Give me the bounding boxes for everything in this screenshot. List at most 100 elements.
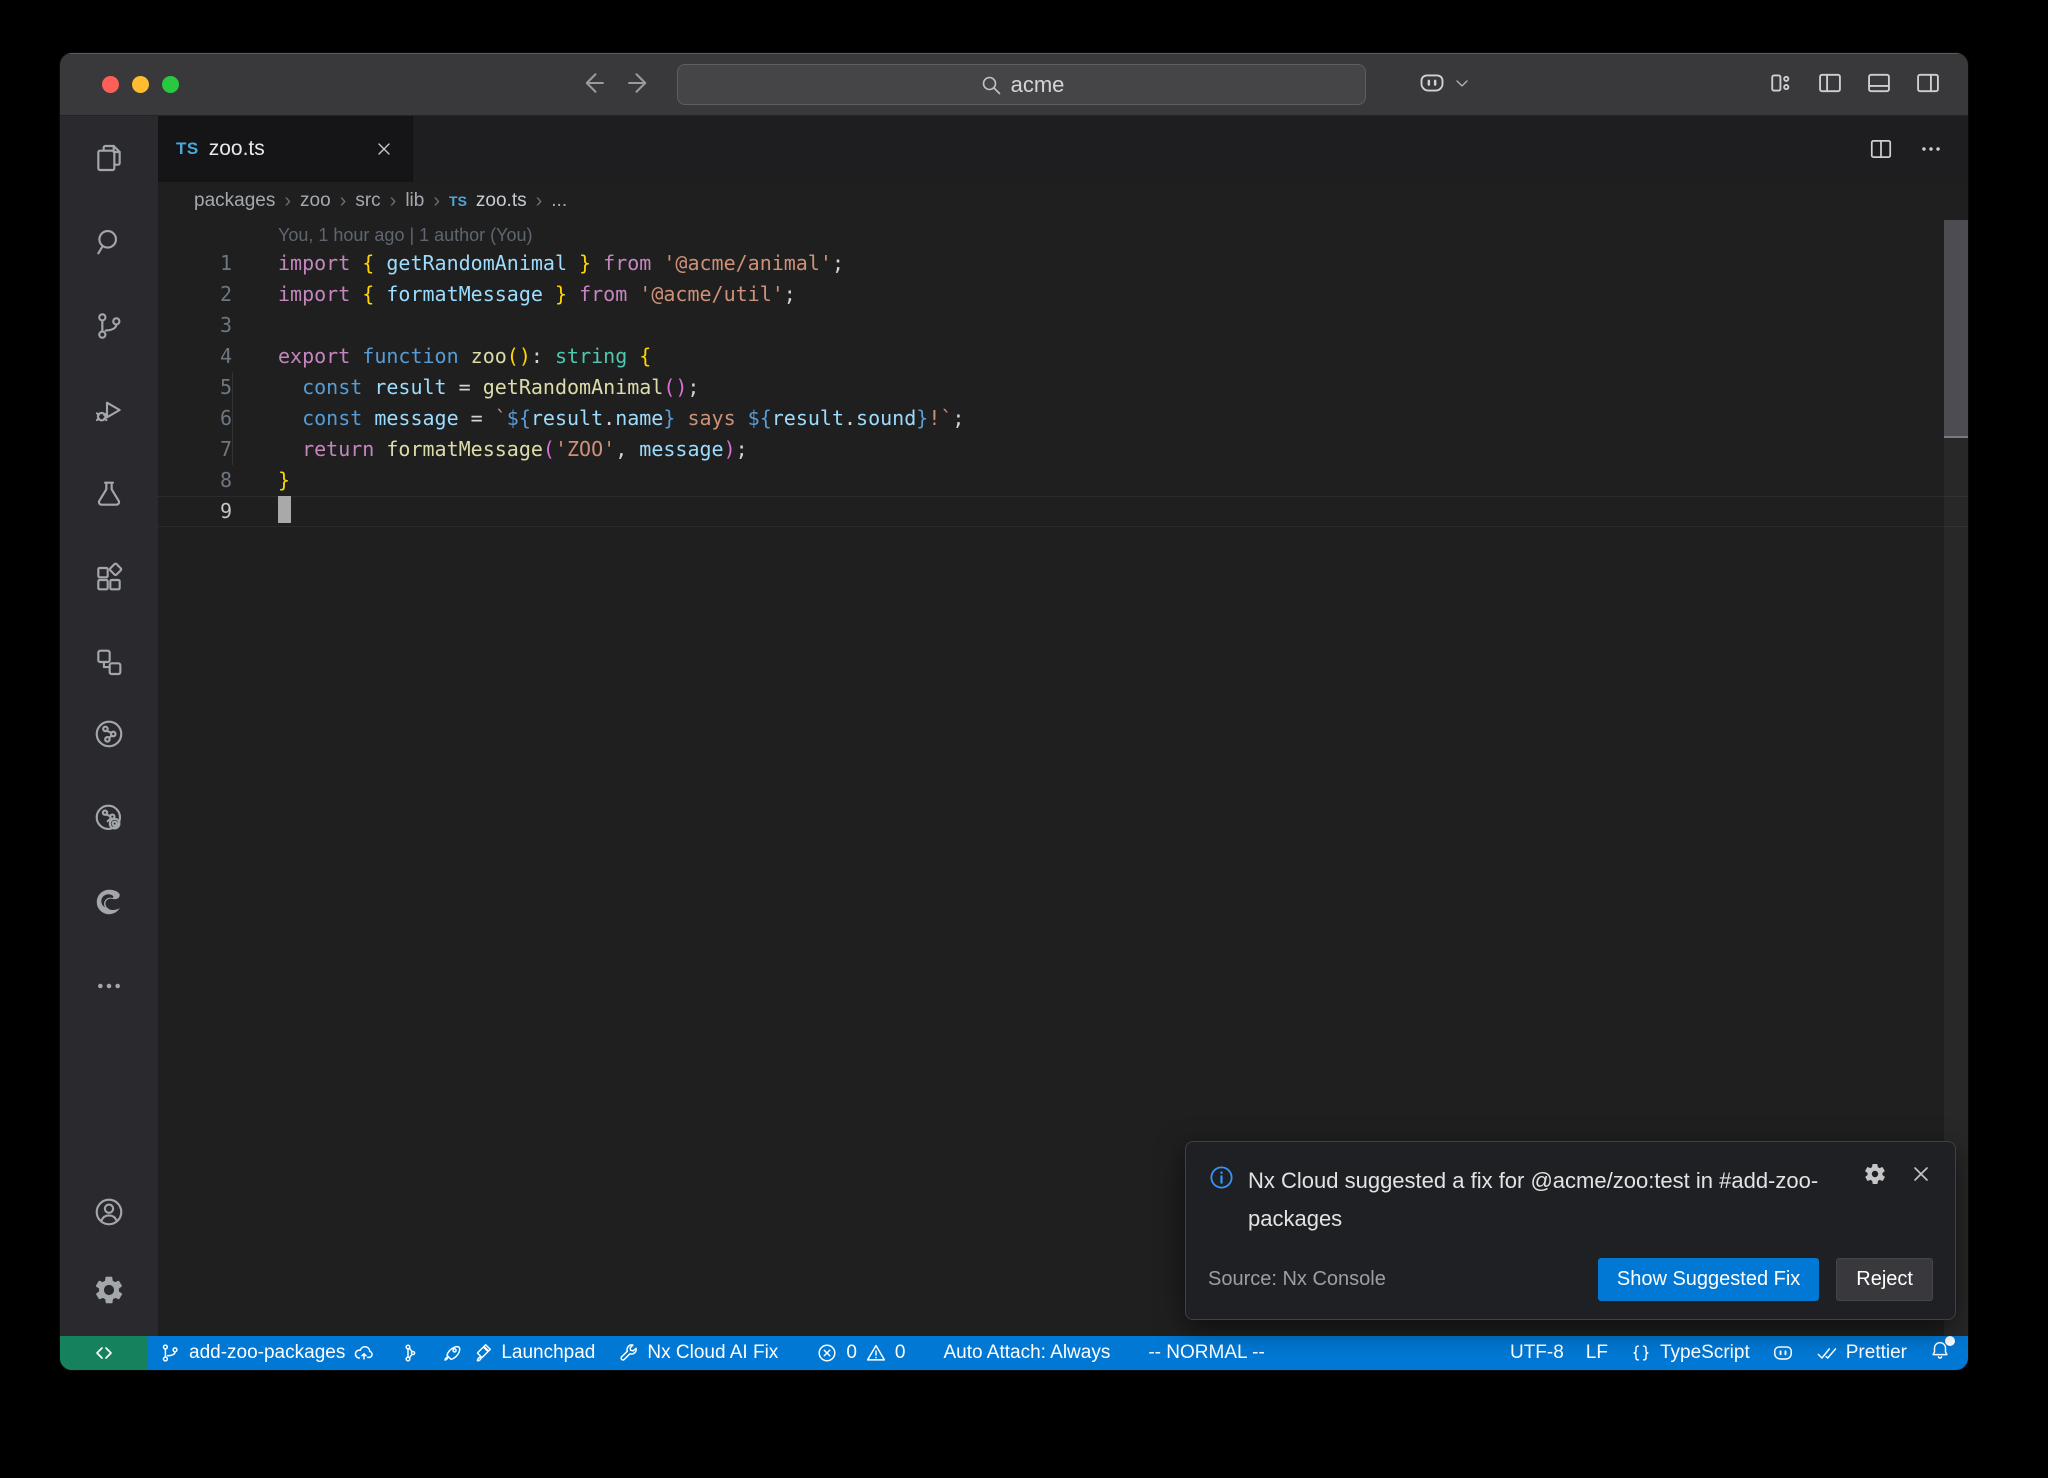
code-line[interactable]: 1import { getRandomAnimal } from '@acme/…: [158, 248, 1968, 279]
scrollbar-slider[interactable]: [1944, 220, 1968, 438]
toggle-primary-sidebar-icon[interactable]: [1816, 69, 1844, 97]
formatter-label: Prettier: [1846, 1342, 1907, 1364]
language-mode-status[interactable]: TypeScript: [1619, 1336, 1761, 1370]
breadcrumb-separator: ›: [390, 190, 397, 213]
notifications-status[interactable]: [1918, 1336, 1962, 1370]
problems-status[interactable]: 0 0: [805, 1336, 916, 1370]
editor-more-actions-icon[interactable]: [1918, 136, 1944, 162]
extensions-icon[interactable]: [93, 562, 125, 594]
account-icon[interactable]: [93, 1196, 125, 1228]
code-token: result: [772, 406, 844, 430]
breadcrumb-overflow[interactable]: ...: [551, 190, 567, 212]
testing-icon[interactable]: [93, 478, 125, 510]
close-window-button[interactable]: [102, 76, 119, 93]
status-bar: add-zoo-packages Launchpad Nx Cloud AI F…: [60, 1336, 1968, 1370]
tab-close-icon[interactable]: [374, 139, 394, 159]
code-token: '@acme/util': [639, 282, 784, 306]
copilot-status[interactable]: [1761, 1336, 1805, 1370]
copilot-icon: [1772, 1342, 1794, 1364]
code-line[interactable]: 2import { formatMessage } from '@acme/ut…: [158, 279, 1968, 310]
code-line[interactable]: 9: [158, 496, 1968, 527]
braces-icon: [1630, 1342, 1652, 1364]
code-token: getRandomAnimal: [386, 251, 567, 275]
tab-zoo-ts[interactable]: TS zoo.ts: [158, 116, 413, 182]
notification-close-icon[interactable]: [1909, 1162, 1933, 1186]
code-token: ;: [736, 437, 748, 461]
vim-mode-status[interactable]: -- NORMAL --: [1137, 1336, 1275, 1370]
customize-layout-icon[interactable]: [1767, 69, 1795, 97]
settings-gear-icon[interactable]: [93, 1274, 125, 1306]
source-control-icon[interactable]: [93, 310, 125, 342]
code-line[interactable]: 7 return formatMessage('ZOO', message);: [158, 434, 1968, 465]
edge-browser-icon[interactable]: [93, 886, 125, 918]
error-icon: [816, 1342, 838, 1364]
zoom-window-button[interactable]: [162, 76, 179, 93]
screen: acme: [0, 0, 2048, 1478]
code-line[interactable]: 8}: [158, 465, 1968, 496]
code-line[interactable]: 6 const message = `${result.name} says $…: [158, 403, 1968, 434]
command-center-search[interactable]: acme: [677, 64, 1366, 105]
git-branch-status[interactable]: add-zoo-packages: [148, 1336, 386, 1370]
references-view-icon[interactable]: [93, 646, 125, 678]
breadcrumb-item[interactable]: zoo: [300, 190, 331, 212]
line-number: 3: [158, 310, 232, 341]
line-number: 7: [158, 434, 232, 465]
code-token: }: [663, 406, 675, 430]
command-center-text: acme: [1011, 72, 1065, 98]
breadcrumb-file[interactable]: zoo.ts: [476, 190, 527, 212]
nx-console-icon[interactable]: [93, 718, 125, 750]
breadcrumb-item[interactable]: src: [355, 190, 380, 212]
branch-name: add-zoo-packages: [189, 1342, 345, 1364]
code-text: import { getRandomAnimal } from '@acme/a…: [232, 248, 844, 279]
typescript-file-icon: TS: [176, 139, 199, 159]
explorer-icon[interactable]: [93, 142, 125, 174]
formatter-status[interactable]: Prettier: [1805, 1336, 1918, 1370]
minimize-window-button[interactable]: [132, 76, 149, 93]
eol-status[interactable]: LF: [1575, 1336, 1619, 1370]
code-token: name: [615, 406, 663, 430]
code-token: }: [543, 282, 567, 306]
nx-cloud-icon[interactable]: [93, 802, 125, 834]
encoding-status[interactable]: UTF-8: [1499, 1336, 1575, 1370]
code-token: ;: [784, 282, 796, 306]
split-editor-icon[interactable]: [1868, 136, 1894, 162]
remote-indicator[interactable]: [60, 1336, 148, 1370]
code-token: message: [374, 406, 458, 430]
code-text: const result = getRandomAnimal();: [232, 372, 699, 403]
warning-icon: [865, 1342, 887, 1364]
line-number: 8: [158, 465, 232, 496]
show-suggested-fix-button[interactable]: Show Suggested Fix: [1598, 1258, 1819, 1301]
toggle-panel-icon[interactable]: [1865, 69, 1893, 97]
reject-button[interactable]: Reject: [1836, 1258, 1933, 1301]
code-token: from: [591, 251, 663, 275]
auto-attach-status[interactable]: Auto Attach: Always: [932, 1336, 1121, 1370]
code-text: [232, 496, 291, 527]
code-line[interactable]: 3: [158, 310, 1968, 341]
navigate-forward-icon[interactable]: [624, 68, 654, 98]
copilot-menu[interactable]: [1418, 69, 1472, 97]
code-token: `: [495, 406, 507, 430]
code-token: result: [531, 406, 603, 430]
code-line[interactable]: 5 const result = getRandomAnimal();: [158, 372, 1968, 403]
navigate-back-icon[interactable]: [578, 68, 608, 98]
search-sidebar-icon[interactable]: [93, 226, 125, 258]
line-number: 9: [158, 496, 232, 527]
code-token: sound: [856, 406, 916, 430]
code-token: =: [447, 375, 483, 399]
publish-cloud-icon: [353, 1342, 375, 1364]
code-line[interactable]: 4export function zoo(): string {: [158, 341, 1968, 372]
code-token: {: [362, 251, 386, 275]
nx-workspace-status[interactable]: [386, 1336, 430, 1370]
code-text: const message = `${result.name} says ${r…: [232, 403, 964, 434]
double-check-icon: [1816, 1342, 1838, 1364]
code-token: ${: [507, 406, 531, 430]
launchpad-status[interactable]: Launchpad: [430, 1336, 606, 1370]
toggle-secondary-sidebar-icon[interactable]: [1914, 69, 1942, 97]
breadcrumb-item[interactable]: lib: [405, 190, 424, 212]
code-token: import: [278, 251, 362, 275]
more-views-icon[interactable]: [93, 970, 125, 1002]
notification-settings-gear-icon[interactable]: [1863, 1162, 1887, 1186]
nx-cloud-ai-fix-status[interactable]: Nx Cloud AI Fix: [606, 1336, 789, 1370]
breadcrumb-item[interactable]: packages: [194, 190, 275, 212]
run-debug-icon[interactable]: [93, 394, 125, 426]
